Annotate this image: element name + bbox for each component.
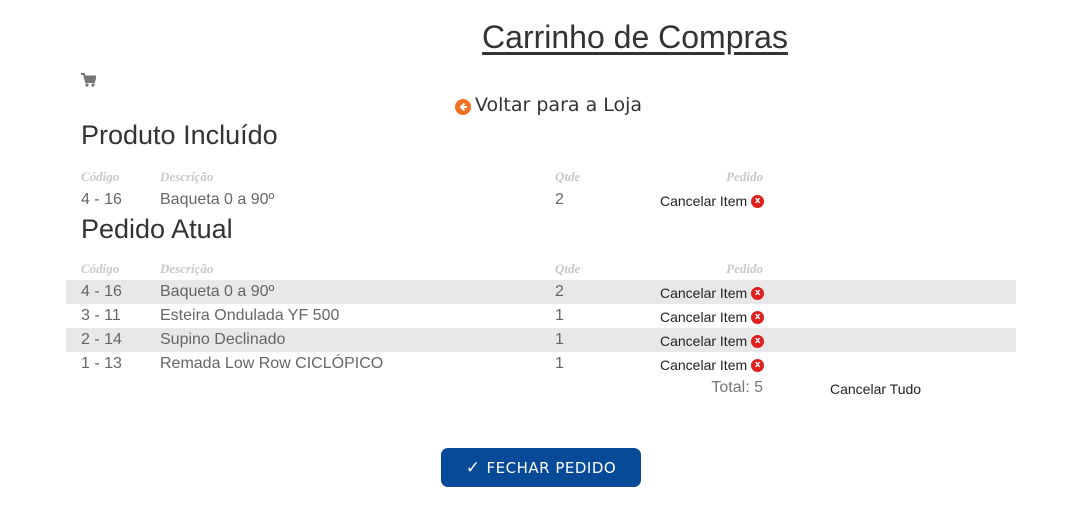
arrow-left-circle-icon bbox=[455, 98, 471, 115]
current-header-code: Código bbox=[81, 261, 120, 276]
included-header-description: Descrição bbox=[160, 169, 214, 184]
included-header-order: Pedido bbox=[726, 169, 763, 184]
row-description: Supino Declinado bbox=[160, 331, 286, 348]
close-order-label: FECHAR PEDIDO bbox=[486, 458, 617, 477]
row-code: 2 - 14 bbox=[81, 331, 122, 348]
back-link-label: Voltar para a Loja bbox=[475, 94, 643, 116]
cancel-item-label: Cancelar Item bbox=[660, 309, 748, 325]
row-description: Baqueta 0 a 90º bbox=[160, 283, 275, 300]
row-code: 4 - 16 bbox=[81, 283, 122, 300]
x-circle-icon: x bbox=[751, 194, 765, 208]
cancel-item-button[interactable]: Cancelar Item x bbox=[660, 357, 765, 373]
row-code: 4 - 16 bbox=[81, 191, 122, 208]
x-circle-icon: x bbox=[751, 310, 765, 324]
row-qty: 2 bbox=[555, 283, 564, 300]
row-description: Esteira Ondulada YF 500 bbox=[160, 307, 340, 324]
included-section-title: Produto Incluído bbox=[81, 120, 278, 150]
cart-icon bbox=[81, 73, 97, 87]
row-qty: 1 bbox=[555, 331, 564, 348]
row-code: 3 - 11 bbox=[81, 307, 121, 324]
included-header-code: Código bbox=[81, 169, 120, 184]
row-qty: 1 bbox=[555, 307, 564, 324]
row-description: Remada Low Row CICLÓPICO bbox=[160, 355, 384, 372]
current-header-description: Descrição bbox=[160, 261, 214, 276]
cancel-item-button[interactable]: Cancelar Item x bbox=[660, 309, 765, 325]
cancel-item-label: Cancelar Item bbox=[660, 357, 748, 373]
x-circle-icon: x bbox=[751, 334, 765, 348]
cancel-item-label: Cancelar Item bbox=[660, 193, 748, 209]
included-header-qty: Qtde bbox=[555, 169, 581, 184]
cancel-all-button[interactable]: Cancelar Tudo bbox=[830, 381, 921, 397]
row-code: 1 - 13 bbox=[81, 355, 122, 372]
cancel-item-button[interactable]: Cancelar Item x bbox=[660, 193, 765, 209]
cancel-item-button[interactable]: Cancelar Item x bbox=[660, 285, 765, 301]
current-header-qty: Qtde bbox=[555, 261, 581, 276]
back-to-store-link[interactable]: Voltar para a Loja bbox=[455, 94, 642, 116]
page-title: Carrinho de Compras bbox=[482, 19, 788, 55]
row-qty: 1 bbox=[555, 355, 564, 372]
current-section-title: Pedido Atual bbox=[81, 214, 233, 244]
cancel-item-button[interactable]: Cancelar Item x bbox=[660, 333, 765, 349]
cancel-item-label: Cancelar Item bbox=[660, 333, 748, 349]
row-description: Baqueta 0 a 90º bbox=[160, 191, 275, 208]
close-order-button[interactable]: ✓ FECHAR PEDIDO bbox=[441, 448, 641, 487]
order-total: Total: 5 bbox=[711, 379, 763, 396]
x-circle-icon: x bbox=[751, 286, 765, 300]
cancel-item-label: Cancelar Item bbox=[660, 285, 748, 301]
row-qty: 2 bbox=[555, 191, 564, 208]
x-circle-icon: x bbox=[751, 358, 765, 372]
current-header-order: Pedido bbox=[726, 261, 763, 276]
checkmark-icon: ✓ bbox=[465, 457, 481, 478]
